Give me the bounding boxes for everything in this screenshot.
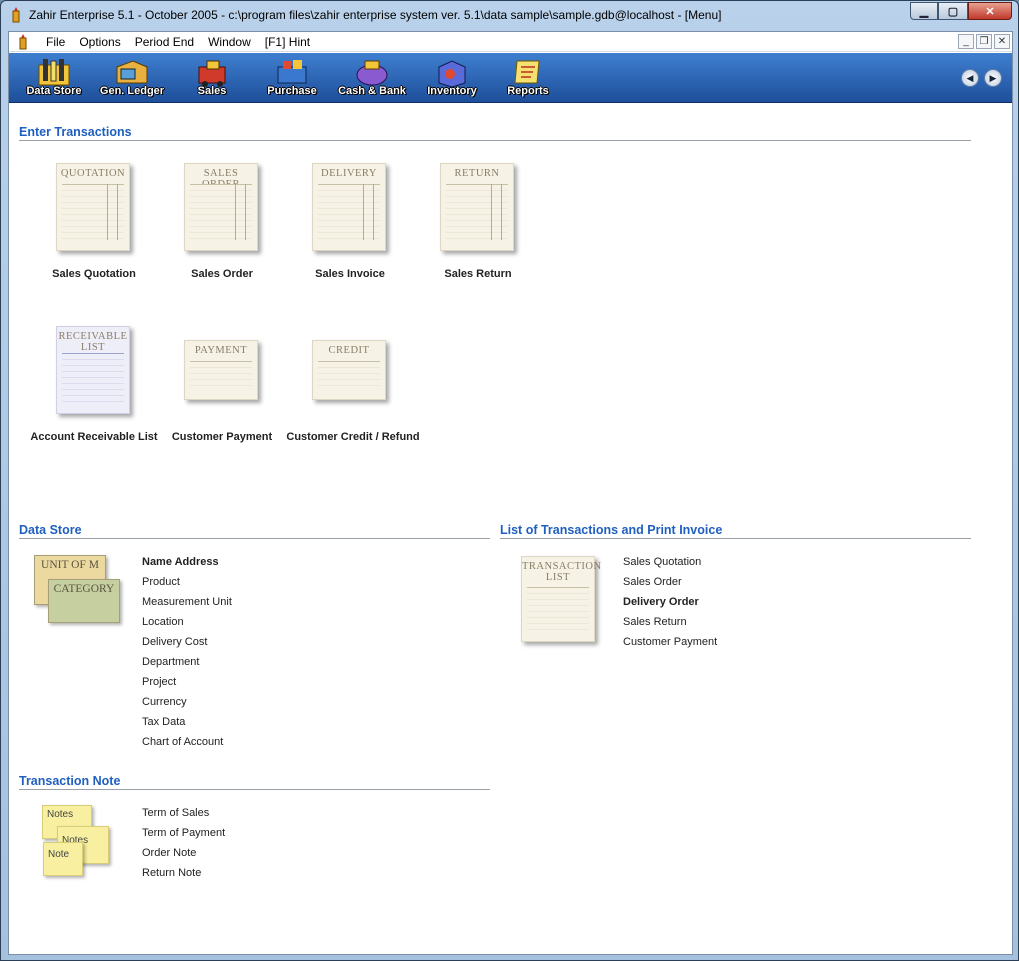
sales-invoice-document-icon[interactable]: DELIVERY: [312, 163, 386, 251]
child-close-button[interactable]: ✕: [994, 34, 1010, 49]
menu-content: Enter Transactions QUOTATION Sales Quota…: [9, 104, 1012, 954]
purchase-icon: [277, 60, 307, 84]
menu-file[interactable]: File: [39, 35, 72, 49]
chart-of-account-link[interactable]: Chart of Account: [142, 736, 223, 748]
forward-arrow-icon[interactable]: ▶: [984, 69, 1002, 87]
sales-return-document-icon[interactable]: RETURN: [440, 163, 514, 251]
department-link[interactable]: Department: [142, 656, 199, 668]
notes-sticky-icon: Note: [43, 842, 83, 876]
list-delivery-order-link[interactable]: Delivery Order: [623, 596, 699, 608]
toolbar-data-store-button[interactable]: Data Store: [19, 55, 89, 101]
doc-header: RETURN: [454, 168, 500, 179]
list-transactions-title: List of Transactions and Print Invoice: [500, 523, 723, 537]
sales-return-label[interactable]: Sales Return: [413, 268, 543, 281]
delivery-cost-link[interactable]: Delivery Cost: [142, 636, 207, 648]
toolbar-purchase-button[interactable]: Purchase: [257, 55, 327, 101]
doc-header: CREDIT: [328, 345, 370, 356]
toolbar-label: Reports: [507, 85, 549, 97]
list-sales-return-link[interactable]: Sales Return: [623, 616, 687, 628]
doc-header: QUOTATION: [60, 168, 126, 179]
back-arrow-icon[interactable]: ◀: [961, 69, 979, 87]
measurement-unit-link[interactable]: Measurement Unit: [142, 596, 232, 608]
child-minimize-button[interactable]: _: [958, 34, 974, 49]
customer-credit-refund-label[interactable]: Customer Credit / Refund: [285, 431, 421, 444]
sales-order-label[interactable]: Sales Order: [157, 268, 287, 281]
cash-bank-icon: [356, 60, 388, 86]
menu-window[interactable]: Window: [201, 35, 258, 49]
product-link[interactable]: Product: [142, 576, 180, 588]
toolbar-sales-button[interactable]: Sales: [177, 55, 247, 101]
menu-options[interactable]: Options: [72, 35, 127, 49]
app-icon: [19, 34, 27, 50]
receivable-list-document-icon[interactable]: RECEIVABLE LIST: [56, 326, 130, 414]
ledger-icon: [116, 60, 148, 84]
close-button[interactable]: ✕: [968, 2, 1012, 20]
child-restore-button[interactable]: ❐: [976, 34, 992, 49]
data-store-title: Data Store: [19, 523, 82, 537]
app-icon: [12, 7, 20, 23]
category-card-icon: CATEGORY: [48, 579, 120, 623]
tax-data-link[interactable]: Tax Data: [142, 716, 185, 728]
data-store-icon: [38, 59, 70, 86]
title-bar[interactable]: Zahir Enterprise 5.1 - October 2005 - c:…: [1, 1, 1018, 29]
customer-payment-label[interactable]: Customer Payment: [157, 431, 287, 444]
section-divider: [19, 140, 971, 141]
window-title: Zahir Enterprise 5.1 - October 2005 - c:…: [29, 8, 722, 22]
toolbar-label: Gen. Ledger: [99, 85, 165, 97]
doc-header: RECEIVABLE LIST: [58, 331, 128, 353]
toolbar-label: Data Store: [26, 85, 82, 97]
menu-bar: File Options Period End Window [F1] Hint…: [9, 32, 1012, 52]
term-of-payment-link[interactable]: Term of Payment: [142, 827, 225, 839]
toolbar-label: Purchase: [267, 85, 317, 97]
customer-credit-document-icon[interactable]: CREDIT: [312, 340, 386, 400]
list-sales-quotation-link[interactable]: Sales Quotation: [623, 556, 701, 568]
customer-payment-document-icon[interactable]: PAYMENT: [184, 340, 258, 400]
order-note-link[interactable]: Order Note: [142, 847, 196, 859]
term-of-sales-link[interactable]: Term of Sales: [142, 807, 209, 819]
sales-invoice-label[interactable]: Sales Invoice: [285, 268, 415, 281]
toolbar-label: Inventory: [427, 85, 477, 97]
section-divider: [19, 538, 490, 539]
return-note-link[interactable]: Return Note: [142, 867, 201, 879]
reports-icon: [514, 60, 540, 84]
location-link[interactable]: Location: [142, 616, 184, 628]
toolbar-label: Sales: [197, 85, 227, 97]
transaction-list-document-icon[interactable]: TRANSACTION LIST: [521, 556, 602, 642]
section-divider: [500, 538, 971, 539]
account-receivable-list-label[interactable]: Account Receivable List: [29, 431, 159, 444]
app-window: Zahir Enterprise 5.1 - October 2005 - c:…: [0, 0, 1019, 961]
maximize-button[interactable]: ▢: [938, 2, 968, 20]
menu-period-end[interactable]: Period End: [128, 35, 201, 49]
transaction-note-title: Transaction Note: [19, 774, 121, 788]
doc-header: PAYMENT: [194, 345, 248, 356]
inventory-icon: [438, 60, 466, 87]
menu-hint[interactable]: [F1] Hint: [258, 35, 317, 49]
currency-link[interactable]: Currency: [142, 696, 187, 708]
enter-transactions-title: Enter Transactions: [19, 125, 132, 139]
mdi-client: File Options Period End Window [F1] Hint…: [8, 31, 1013, 955]
sales-order-document-icon[interactable]: SALES ORDER: [184, 163, 258, 251]
toolbar-inventory-button[interactable]: Inventory: [417, 55, 487, 101]
project-link[interactable]: Project: [142, 676, 176, 688]
section-divider: [19, 789, 490, 790]
toolbar-reports-button[interactable]: Reports: [493, 55, 563, 101]
minimize-button[interactable]: ▁: [910, 2, 938, 20]
toolbar-cash-bank-button[interactable]: Cash & Bank: [337, 55, 407, 101]
sales-quotation-document-icon[interactable]: QUOTATION: [56, 163, 130, 251]
sales-icon: [198, 60, 226, 87]
doc-header: DELIVERY: [321, 168, 377, 179]
name-address-link[interactable]: Name Address: [142, 556, 219, 568]
toolbar-label: Cash & Bank: [338, 85, 406, 97]
list-sales-order-link[interactable]: Sales Order: [623, 576, 682, 588]
main-toolbar: Data Store Gen. Ledger Sales Purchase Ca…: [9, 53, 1012, 103]
sales-quotation-label[interactable]: Sales Quotation: [29, 268, 159, 281]
doc-header: TRANSACTION LIST: [522, 561, 602, 583]
toolbar-gen-ledger-button[interactable]: Gen. Ledger: [97, 55, 167, 101]
list-customer-payment-link[interactable]: Customer Payment: [623, 636, 717, 648]
